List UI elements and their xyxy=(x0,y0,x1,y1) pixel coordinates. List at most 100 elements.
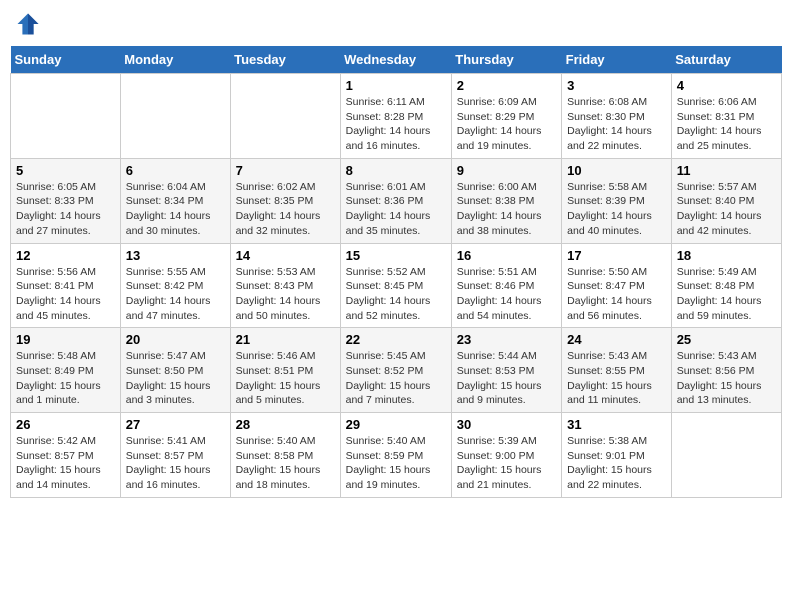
calendar-cell: 8 Sunrise: 6:01 AM Sunset: 8:36 PM Daylig… xyxy=(340,158,451,243)
calendar-cell: 4 Sunrise: 6:06 AM Sunset: 8:31 PM Daylig… xyxy=(671,74,781,159)
day-number: 8 xyxy=(346,163,446,178)
calendar-cell: 26 Sunrise: 5:42 AM Sunset: 8:57 PM Dayli… xyxy=(11,413,121,498)
day-of-week-header: Friday xyxy=(562,46,672,74)
calendar-cell: 6Sunrise: 6:04 AM Sunset: 8:34 PM Daylig… xyxy=(120,158,230,243)
calendar-week-row: 1 Sunrise: 6:11 AM Sunset: 8:28 PM Daylig… xyxy=(11,74,782,159)
day-number: 11 xyxy=(677,163,776,178)
calendar-cell: 13 Sunrise: 5:55 AM Sunset: 8:42 PM Dayli… xyxy=(120,243,230,328)
day-info: Sunrise: 5:50 AM Sunset: 8:47 PM Dayligh… xyxy=(567,265,666,324)
calendar-header-row: SundayMondayTuesdayWednesdayThursdayFrid… xyxy=(11,46,782,74)
day-of-week-header: Thursday xyxy=(451,46,561,74)
day-number: 29 xyxy=(346,417,446,432)
day-number: 24 xyxy=(567,332,666,347)
day-number: 4 xyxy=(677,78,776,93)
day-of-week-header: Tuesday xyxy=(230,46,340,74)
day-info: Sunrise: 5:56 AM Sunset: 8:41 PM Dayligh… xyxy=(16,265,115,324)
calendar-cell xyxy=(671,413,781,498)
calendar-cell: 5Sunrise: 6:05 AM Sunset: 8:33 PM Daylig… xyxy=(11,158,121,243)
day-info: Sunrise: 5:48 AM Sunset: 8:49 PM Dayligh… xyxy=(16,349,115,408)
calendar-table: SundayMondayTuesdayWednesdayThursdayFrid… xyxy=(10,46,782,498)
day-info: Sunrise: 6:08 AM Sunset: 8:30 PM Dayligh… xyxy=(567,95,666,154)
day-info: Sunrise: 5:43 AM Sunset: 8:56 PM Dayligh… xyxy=(677,349,776,408)
day-number: 3 xyxy=(567,78,666,93)
calendar-cell: 28 Sunrise: 5:40 AM Sunset: 8:58 PM Dayli… xyxy=(230,413,340,498)
calendar-cell: 19 Sunrise: 5:48 AM Sunset: 8:49 PM Dayli… xyxy=(11,328,121,413)
day-number: 9 xyxy=(457,163,556,178)
calendar-cell: 22 Sunrise: 5:45 AM Sunset: 8:52 PM Dayli… xyxy=(340,328,451,413)
day-info: Sunrise: 6:06 AM Sunset: 8:31 PM Dayligh… xyxy=(677,95,776,154)
logo xyxy=(14,10,46,38)
calendar-cell: 17 Sunrise: 5:50 AM Sunset: 8:47 PM Dayli… xyxy=(562,243,672,328)
day-info: Sunrise: 6:01 AM Sunset: 8:36 PM Dayligh… xyxy=(346,180,446,239)
calendar-cell: 30 Sunrise: 5:39 AM Sunset: 9:00 PM Dayli… xyxy=(451,413,561,498)
calendar-cell: 15 Sunrise: 5:52 AM Sunset: 8:45 PM Dayli… xyxy=(340,243,451,328)
calendar-cell: 27Sunrise: 5:41 AM Sunset: 8:57 PM Dayli… xyxy=(120,413,230,498)
day-number: 19 xyxy=(16,332,115,347)
day-number: 26 xyxy=(16,417,115,432)
calendar-cell: 16 Sunrise: 5:51 AM Sunset: 8:46 PM Dayli… xyxy=(451,243,561,328)
day-info: Sunrise: 5:47 AM Sunset: 8:50 PM Dayligh… xyxy=(126,349,225,408)
day-of-week-header: Saturday xyxy=(671,46,781,74)
day-info: Sunrise: 5:53 AM Sunset: 8:43 PM Dayligh… xyxy=(236,265,335,324)
day-info: Sunrise: 5:40 AM Sunset: 8:59 PM Dayligh… xyxy=(346,434,446,493)
day-number: 10 xyxy=(567,163,666,178)
calendar-week-row: 5Sunrise: 6:05 AM Sunset: 8:33 PM Daylig… xyxy=(11,158,782,243)
day-number: 15 xyxy=(346,248,446,263)
day-number: 2 xyxy=(457,78,556,93)
day-number: 18 xyxy=(677,248,776,263)
day-of-week-header: Wednesday xyxy=(340,46,451,74)
day-info: Sunrise: 5:40 AM Sunset: 8:58 PM Dayligh… xyxy=(236,434,335,493)
day-number: 30 xyxy=(457,417,556,432)
calendar-cell: 9 Sunrise: 6:00 AM Sunset: 8:38 PM Daylig… xyxy=(451,158,561,243)
day-info: Sunrise: 5:42 AM Sunset: 8:57 PM Dayligh… xyxy=(16,434,115,493)
day-info: Sunrise: 5:51 AM Sunset: 8:46 PM Dayligh… xyxy=(457,265,556,324)
day-info: Sunrise: 6:05 AM Sunset: 8:33 PM Dayligh… xyxy=(16,180,115,239)
calendar-week-row: 26 Sunrise: 5:42 AM Sunset: 8:57 PM Dayli… xyxy=(11,413,782,498)
day-info: Sunrise: 5:58 AM Sunset: 8:39 PM Dayligh… xyxy=(567,180,666,239)
day-info: Sunrise: 5:57 AM Sunset: 8:40 PM Dayligh… xyxy=(677,180,776,239)
calendar-cell: 3 Sunrise: 6:08 AM Sunset: 8:30 PM Daylig… xyxy=(562,74,672,159)
calendar-cell: 29 Sunrise: 5:40 AM Sunset: 8:59 PM Dayli… xyxy=(340,413,451,498)
day-info: Sunrise: 6:11 AM Sunset: 8:28 PM Dayligh… xyxy=(346,95,446,154)
day-number: 1 xyxy=(346,78,446,93)
day-info: Sunrise: 6:04 AM Sunset: 8:34 PM Dayligh… xyxy=(126,180,225,239)
calendar-week-row: 12 Sunrise: 5:56 AM Sunset: 8:41 PM Dayli… xyxy=(11,243,782,328)
day-info: Sunrise: 5:52 AM Sunset: 8:45 PM Dayligh… xyxy=(346,265,446,324)
day-number: 31 xyxy=(567,417,666,432)
calendar-cell: 31 Sunrise: 5:38 AM Sunset: 9:01 PM Dayli… xyxy=(562,413,672,498)
calendar-cell xyxy=(120,74,230,159)
day-number: 21 xyxy=(236,332,335,347)
day-info: Sunrise: 5:45 AM Sunset: 8:52 PM Dayligh… xyxy=(346,349,446,408)
day-number: 13 xyxy=(126,248,225,263)
day-number: 28 xyxy=(236,417,335,432)
day-info: Sunrise: 5:38 AM Sunset: 9:01 PM Dayligh… xyxy=(567,434,666,493)
day-info: Sunrise: 6:09 AM Sunset: 8:29 PM Dayligh… xyxy=(457,95,556,154)
calendar-cell: 23 Sunrise: 5:44 AM Sunset: 8:53 PM Dayli… xyxy=(451,328,561,413)
calendar-week-row: 19 Sunrise: 5:48 AM Sunset: 8:49 PM Dayli… xyxy=(11,328,782,413)
day-number: 25 xyxy=(677,332,776,347)
day-number: 22 xyxy=(346,332,446,347)
day-number: 23 xyxy=(457,332,556,347)
day-info: Sunrise: 5:49 AM Sunset: 8:48 PM Dayligh… xyxy=(677,265,776,324)
calendar-cell: 21Sunrise: 5:46 AM Sunset: 8:51 PM Dayli… xyxy=(230,328,340,413)
day-info: Sunrise: 5:44 AM Sunset: 8:53 PM Dayligh… xyxy=(457,349,556,408)
day-number: 17 xyxy=(567,248,666,263)
calendar-cell: 20Sunrise: 5:47 AM Sunset: 8:50 PM Dayli… xyxy=(120,328,230,413)
day-number: 12 xyxy=(16,248,115,263)
day-info: Sunrise: 5:41 AM Sunset: 8:57 PM Dayligh… xyxy=(126,434,225,493)
day-info: Sunrise: 5:55 AM Sunset: 8:42 PM Dayligh… xyxy=(126,265,225,324)
day-info: Sunrise: 5:39 AM Sunset: 9:00 PM Dayligh… xyxy=(457,434,556,493)
day-of-week-header: Sunday xyxy=(11,46,121,74)
calendar-cell: 11 Sunrise: 5:57 AM Sunset: 8:40 PM Dayli… xyxy=(671,158,781,243)
day-info: Sunrise: 5:43 AM Sunset: 8:55 PM Dayligh… xyxy=(567,349,666,408)
day-info: Sunrise: 6:02 AM Sunset: 8:35 PM Dayligh… xyxy=(236,180,335,239)
day-number: 14 xyxy=(236,248,335,263)
day-info: Sunrise: 6:00 AM Sunset: 8:38 PM Dayligh… xyxy=(457,180,556,239)
page-header xyxy=(10,10,782,38)
day-number: 16 xyxy=(457,248,556,263)
day-of-week-header: Monday xyxy=(120,46,230,74)
calendar-cell: 1 Sunrise: 6:11 AM Sunset: 8:28 PM Daylig… xyxy=(340,74,451,159)
calendar-cell: 24 Sunrise: 5:43 AM Sunset: 8:55 PM Dayli… xyxy=(562,328,672,413)
calendar-cell: 2 Sunrise: 6:09 AM Sunset: 8:29 PM Daylig… xyxy=(451,74,561,159)
calendar-cell: 7Sunrise: 6:02 AM Sunset: 8:35 PM Daylig… xyxy=(230,158,340,243)
